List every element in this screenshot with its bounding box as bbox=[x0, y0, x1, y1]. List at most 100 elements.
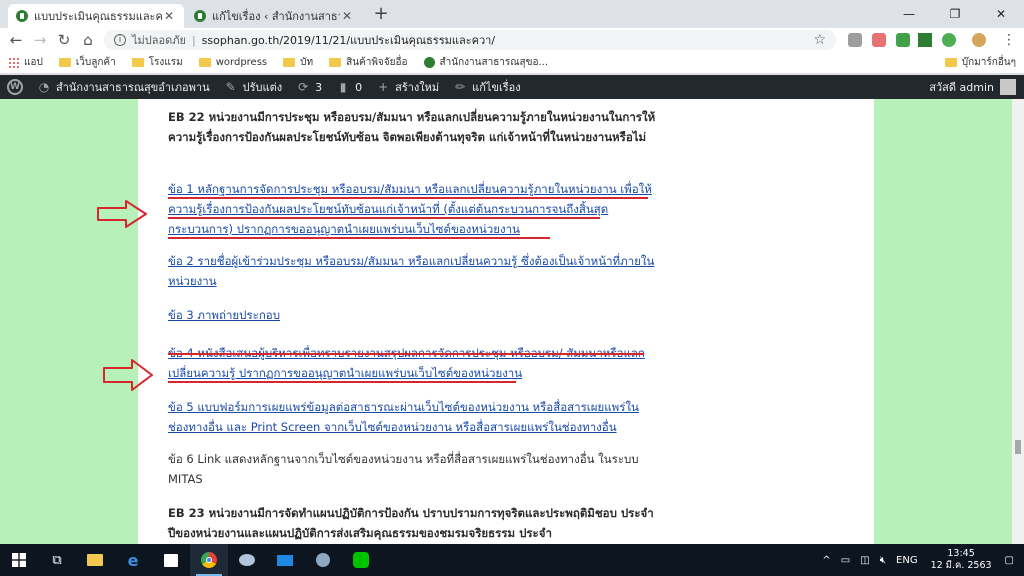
tab-active[interactable]: แบบประเมินคุณธรรมและความโปร่งใสฯ ✕ bbox=[8, 4, 184, 28]
bookmark-folder[interactable]: สินค้าพิจจัยอื่อ bbox=[329, 55, 408, 70]
comment-icon: ▮ bbox=[339, 80, 347, 94]
eb23-heading: EB 23 หน่วยงานมีการจัดทำแผนปฏิบัติการป้อ… bbox=[168, 506, 654, 540]
download-extension-icon[interactable] bbox=[918, 33, 932, 47]
security-label: ไม่ปลอดภัย bbox=[132, 34, 186, 47]
task-view-button[interactable]: ⧉ bbox=[38, 544, 76, 576]
bookmark-star-icon[interactable]: ☆ bbox=[813, 32, 826, 48]
bookmark-label: เว็บลูกค้า bbox=[75, 57, 116, 68]
bookmark-label: บัท bbox=[300, 57, 314, 68]
grammar-extension-icon[interactable] bbox=[942, 33, 956, 47]
taskbar-file-explorer[interactable] bbox=[76, 544, 114, 576]
extension-icon[interactable] bbox=[896, 33, 910, 47]
bookmark-label: บุ๊กมาร์กอื่นๆ bbox=[961, 57, 1016, 68]
customize-link[interactable]: ✎ ปรับแต่ง bbox=[217, 75, 289, 99]
wp-admin-bar: W ◔ สำนักงานสาธารณสุขอำเภอพาน ✎ ปรับแต่ง… bbox=[0, 75, 1024, 99]
item-5-link[interactable]: ข้อ 5 แบบฟอร์มการเผยแพร่ข้อมูลต่อสาธารณะ… bbox=[168, 397, 658, 437]
edit-post-link[interactable]: ✏ แก้ไขเรื่อง bbox=[446, 75, 527, 99]
extension-icon[interactable] bbox=[848, 33, 862, 47]
language-indicator[interactable]: ENG bbox=[896, 555, 918, 566]
address-bar[interactable]: i ไม่ปลอดภัย | ssophan.go.th/2019/11/21/… bbox=[104, 30, 836, 50]
close-tab-icon[interactable]: ✕ bbox=[162, 9, 176, 23]
separator: | bbox=[191, 33, 196, 47]
close-tab-icon[interactable]: ✕ bbox=[340, 9, 354, 23]
red-underline bbox=[168, 353, 644, 355]
browser-menu-icon[interactable]: ⋮ bbox=[1002, 32, 1016, 48]
site-favicon-icon bbox=[194, 10, 206, 22]
bookmark-folder[interactable]: โรงแรม bbox=[131, 55, 183, 70]
close-window-icon[interactable]: ✕ bbox=[978, 0, 1024, 28]
item-4-link[interactable]: ข้อ 4 หนังสือเสนอผู้บริหารเพื่อทราบรายงา… bbox=[168, 343, 658, 383]
taskbar-chrome[interactable] bbox=[190, 544, 228, 576]
store-bag-icon bbox=[164, 553, 178, 567]
url-text[interactable]: ssophan.go.th/2019/11/21/แบบประเมินคุณธร… bbox=[202, 31, 814, 49]
info-icon[interactable]: i bbox=[114, 34, 126, 46]
folder-icon bbox=[131, 58, 144, 67]
article-content: EB 22 หน่วยงานมีการประชุม หรืออบรม/สัมมน… bbox=[138, 99, 874, 544]
profile-avatar[interactable] bbox=[972, 33, 986, 47]
bookmark-site[interactable]: สำนักงานสาธารณสุขอ... bbox=[423, 55, 548, 70]
new-tab-button[interactable]: + bbox=[370, 4, 392, 26]
folder-icon bbox=[329, 58, 342, 67]
red-arrow-icon bbox=[103, 359, 153, 391]
taskbar-store[interactable] bbox=[152, 544, 190, 576]
reload-icon[interactable]: ↻ bbox=[52, 28, 76, 52]
taskbar-paint[interactable] bbox=[228, 544, 266, 576]
home-icon[interactable]: ⌂ bbox=[76, 28, 100, 52]
taskbar-edge[interactable]: e bbox=[114, 544, 152, 576]
comments-link[interactable]: ▮ 0 bbox=[329, 75, 369, 99]
item-3-link[interactable]: ข้อ 3 ภาพถ่ายประกอบ bbox=[168, 305, 658, 325]
page-scrollbar[interactable] bbox=[1012, 99, 1024, 544]
bookmark-other[interactable]: บุ๊กมาร์กอื่นๆ bbox=[944, 55, 1016, 70]
start-button[interactable] bbox=[0, 544, 38, 576]
item-6-text: ข้อ 6 Link แสดงหลักฐานจากเว็บไซต์ของหน่ว… bbox=[168, 452, 639, 486]
bookmark-folder[interactable]: เว็บลูกค้า bbox=[58, 55, 116, 70]
restore-icon[interactable]: ❐ bbox=[932, 0, 978, 28]
tab-strip: แบบประเมินคุณธรรมและความโปร่งใสฯ ✕ แก้ไข… bbox=[0, 0, 1024, 28]
page-viewport: EB 22 หน่วยงานมีการประชุม หรืออบรม/สัมมน… bbox=[0, 99, 1024, 544]
chevron-up-icon[interactable]: ^ bbox=[822, 555, 830, 566]
site-favicon-icon bbox=[16, 10, 28, 22]
folder-icon bbox=[198, 58, 211, 67]
avatar bbox=[1000, 79, 1016, 95]
windows-taskbar: ⧉ e ^ ▭ ◫ 🔇︎ ENG 13:45 12 มี.ค. 2563 ▢ bbox=[0, 544, 1024, 576]
item-1-link[interactable]: ข้อ 1 หลักฐานการจัดการประชุม หรืออบรม/สั… bbox=[168, 179, 658, 239]
tab-title: แก้ไขเรื่อง ‹ สำนักงานสาธารณสุขอำเภ bbox=[212, 10, 340, 23]
taskbar-mail[interactable] bbox=[266, 544, 304, 576]
wp-logo-menu[interactable]: W bbox=[0, 75, 30, 99]
dashboard-icon: ◔ bbox=[38, 80, 50, 94]
updates-icon: ⟳ bbox=[298, 80, 309, 94]
bookmark-folder[interactable]: บัท bbox=[283, 55, 313, 70]
back-icon[interactable]: ← bbox=[4, 28, 28, 52]
red-arrow-icon bbox=[97, 200, 147, 228]
notification-icon[interactable]: ▢ bbox=[1005, 555, 1014, 566]
taskbar-line[interactable] bbox=[342, 544, 380, 576]
item-2-link[interactable]: ข้อ 2 รายชื่อผู้เข้าร่วมประชุม หรืออบรม/… bbox=[168, 251, 658, 291]
pdf-extension-icon[interactable] bbox=[872, 33, 886, 47]
volume-mute-icon[interactable]: 🔇︎ bbox=[880, 555, 886, 566]
bookmark-folder[interactable]: wordpress bbox=[198, 57, 267, 68]
bookmark-apps[interactable]: แอป bbox=[8, 55, 43, 70]
bookmark-label: สินค้าพิจจัยอื่อ bbox=[346, 57, 408, 68]
clock[interactable]: 13:45 12 มี.ค. 2563 bbox=[931, 548, 992, 572]
taskbar-app[interactable] bbox=[304, 544, 342, 576]
chrome-icon bbox=[201, 552, 217, 568]
red-underline bbox=[168, 197, 648, 199]
tab-inactive[interactable]: แก้ไขเรื่อง ‹ สำนักงานสาธารณสุขอำเภ ✕ bbox=[186, 4, 362, 28]
clock-time: 13:45 bbox=[947, 548, 975, 559]
plus-icon: + bbox=[378, 80, 389, 94]
network-icon[interactable]: ◫ bbox=[860, 555, 869, 566]
folder-icon bbox=[283, 58, 296, 67]
minimize-icon[interactable]: — bbox=[886, 0, 932, 28]
scrollbar-thumb[interactable] bbox=[1015, 440, 1021, 454]
windows-logo-icon bbox=[12, 553, 26, 567]
battery-icon[interactable]: ▭ bbox=[841, 555, 850, 566]
updates-link[interactable]: ⟳ 3 bbox=[289, 75, 329, 99]
site-name-menu[interactable]: ◔ สำนักงานสาธารณสุขอำเภอพาน bbox=[30, 75, 217, 99]
red-underline bbox=[168, 381, 516, 383]
greeting-label: สวัสดี admin bbox=[929, 81, 994, 94]
tab-title: แบบประเมินคุณธรรมและความโปร่งใสฯ bbox=[34, 10, 162, 23]
new-content-menu[interactable]: + สร้างใหม่ bbox=[369, 75, 446, 99]
my-account-menu[interactable]: สวัสดี admin bbox=[929, 75, 1016, 99]
bookmark-label: แอป bbox=[24, 57, 43, 68]
forward-icon[interactable]: → bbox=[28, 28, 52, 52]
